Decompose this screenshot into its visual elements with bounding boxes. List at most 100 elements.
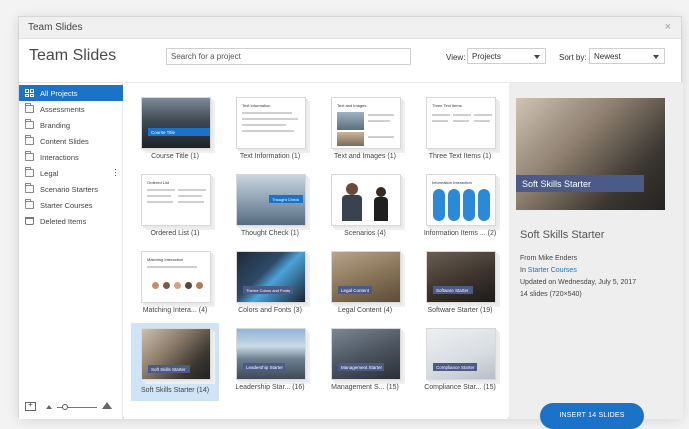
sidebar-item-label: Assessments bbox=[40, 105, 85, 114]
close-icon[interactable]: × bbox=[665, 21, 671, 33]
project-tile-text-and-images[interactable]: Text and Images Text and Images (1) bbox=[321, 95, 409, 171]
sidebar-item-scenario-starters[interactable]: Scenario Starters bbox=[19, 181, 123, 197]
sidebar-item-label: Content Slides bbox=[40, 137, 89, 146]
sidebar-item-branding[interactable]: Branding bbox=[19, 117, 123, 133]
sidebar-item-all-projects[interactable]: All Projects bbox=[19, 85, 123, 101]
project-tile-course-title[interactable]: Course Title Course Title (1) bbox=[131, 95, 219, 171]
preview-image: Soft Skills Starter bbox=[516, 98, 665, 210]
thumbnail-band: Course Title bbox=[148, 128, 210, 136]
tile-label: Text Information (1) bbox=[239, 153, 301, 160]
thumbnail-heading: Information Interaction bbox=[432, 180, 472, 185]
tile-label: Legal Content (4) bbox=[337, 307, 393, 314]
folder-icon bbox=[25, 119, 34, 129]
zoom-out-icon[interactable] bbox=[46, 405, 52, 409]
thumbnail-band: Compliance Starter bbox=[433, 363, 477, 371]
insert-slides-button[interactable]: INSERT 14 SLIDES bbox=[540, 403, 644, 429]
project-thumbnail: Compliance Starter bbox=[426, 328, 496, 380]
project-tile-ordered-list[interactable]: Ordered List Ordered List (1) bbox=[131, 172, 219, 248]
thumbnail-band: Thought Check bbox=[269, 195, 303, 203]
project-tile-soft-skills-starter[interactable]: Soft Skills Starter Soft Skills Starter … bbox=[131, 323, 219, 401]
sidebar-item-label: Branding bbox=[40, 121, 71, 130]
sidebar-item-interactions[interactable]: Interactions bbox=[19, 149, 123, 165]
tile-label: Thought Check (1) bbox=[241, 230, 299, 237]
project-tile-scenarios[interactable]: Scenarios (4) bbox=[321, 172, 409, 248]
project-thumbnail: Matching Interaction bbox=[141, 251, 211, 303]
project-tile-three-text-items[interactable]: Three Text Items Three Text Items (1) bbox=[416, 95, 504, 171]
project-gallery: Course Title Course Title (1) Text Infor… bbox=[124, 82, 508, 419]
project-thumbnail: Three Text Items bbox=[426, 97, 496, 149]
page-title: Team Slides bbox=[29, 47, 117, 64]
folder-icon bbox=[25, 135, 34, 145]
tile-label: Management S... (15) bbox=[331, 384, 399, 391]
preview-panel: Soft Skills Starter Soft Skills Starter … bbox=[509, 82, 683, 429]
view-select-value: Projects bbox=[472, 52, 501, 61]
tile-label: Colors and Fonts (3) bbox=[238, 307, 302, 314]
thumbnail-band: Soft Skills Starter bbox=[148, 365, 190, 373]
tile-label: Course Title (1) bbox=[151, 153, 199, 160]
sidebar-item-assessments[interactable]: Assessments bbox=[19, 101, 123, 117]
project-thumbnail bbox=[331, 174, 401, 226]
tile-label: Ordered List (1) bbox=[150, 230, 200, 237]
sidebar-footer bbox=[19, 388, 123, 419]
grid-icon bbox=[25, 89, 34, 97]
project-thumbnail: Information Interaction bbox=[426, 174, 496, 226]
view-select[interactable]: Projects bbox=[467, 48, 546, 64]
sidebar-item-label: Interactions bbox=[40, 153, 79, 162]
sidebar: All Projects Assessments Branding Conten… bbox=[19, 82, 123, 388]
project-tile-matching-interaction[interactable]: Matching Interaction Matching Intera... … bbox=[131, 249, 219, 325]
project-thumbnail: Management Starter bbox=[331, 328, 401, 380]
folder-icon bbox=[25, 151, 34, 161]
tile-label: Matching Intera... (4) bbox=[142, 307, 208, 314]
tile-label: Compliance Star... (15) bbox=[424, 384, 496, 391]
sidebar-item-label: Scenario Starters bbox=[40, 185, 98, 194]
search-input[interactable] bbox=[166, 48, 411, 65]
thumbnail-band: Theme Colors and Fonts bbox=[243, 286, 293, 294]
project-tile-thought-check[interactable]: Thought Check Thought Check (1) bbox=[226, 172, 314, 248]
add-folder-icon[interactable] bbox=[25, 400, 36, 411]
project-tile-legal-content[interactable]: Legal Content Legal Content (4) bbox=[321, 249, 409, 325]
window-title: Team Slides bbox=[28, 22, 83, 33]
sidebar-item-label: Deleted Items bbox=[40, 217, 87, 226]
thumbnail-heading: Text and Images bbox=[337, 103, 367, 108]
preview-slide-count: 14 slides (720×540) bbox=[520, 291, 582, 298]
preview-band: Soft Skills Starter bbox=[516, 175, 644, 192]
sidebar-item-content-slides[interactable]: Content Slides bbox=[19, 133, 123, 149]
sidebar-item-deleted-items[interactable]: Deleted Items bbox=[19, 213, 123, 229]
preview-author: From Mike Enders bbox=[520, 255, 578, 262]
project-thumbnail: Text and Images bbox=[331, 97, 401, 149]
project-thumbnail: Theme Colors and Fonts bbox=[236, 251, 306, 303]
sidebar-item-starter-courses[interactable]: Starter Courses bbox=[19, 197, 123, 213]
zoom-in-icon[interactable] bbox=[102, 402, 112, 409]
thumbnail-heading: Text Information bbox=[242, 103, 271, 108]
chevron-down-icon bbox=[653, 55, 659, 59]
tile-label: Information Items ... (2) bbox=[423, 230, 497, 237]
project-thumbnail: Course Title bbox=[141, 97, 211, 149]
project-tile-compliance-starter[interactable]: Compliance Starter Compliance Star... (1… bbox=[416, 326, 504, 402]
project-tile-information-items[interactable]: Information Interaction Information Item… bbox=[416, 172, 504, 248]
tile-label: Software Starter (19) bbox=[427, 307, 493, 314]
project-tile-software-starter[interactable]: Software Starter Software Starter (19) bbox=[416, 249, 504, 325]
sidebar-item-legal[interactable]: Legal · · · bbox=[19, 165, 123, 181]
project-tile-colors-and-fonts[interactable]: Theme Colors and Fonts Colors and Fonts … bbox=[226, 249, 314, 325]
zoom-slider-handle[interactable] bbox=[62, 404, 68, 410]
project-thumbnail: Soft Skills Starter bbox=[141, 328, 211, 380]
project-tile-leadership-starter[interactable]: Leadership Starter Leadership Star... (1… bbox=[226, 326, 314, 402]
thumbnail-heading: Ordered List bbox=[147, 180, 170, 185]
sidebar-item-label: All Projects bbox=[40, 89, 78, 98]
folder-icon bbox=[25, 183, 34, 193]
tile-label: Three Text Items (1) bbox=[428, 153, 492, 160]
preview-updated: Updated on Wednesday, July 5, 2017 bbox=[520, 279, 637, 286]
more-options-icon[interactable]: · · · bbox=[114, 165, 117, 180]
folder-icon bbox=[25, 103, 34, 113]
sort-select-value: Newest bbox=[594, 52, 621, 61]
folder-icon bbox=[25, 167, 34, 177]
starter-courses-link[interactable]: Starter Courses bbox=[528, 267, 577, 274]
sort-select[interactable]: Newest bbox=[589, 48, 665, 64]
project-thumbnail: Legal Content bbox=[331, 251, 401, 303]
project-thumbnail: Text Information bbox=[236, 97, 306, 149]
sidebar-item-label: Legal bbox=[40, 169, 59, 178]
trash-icon bbox=[25, 217, 34, 225]
thumbnail-heading: Three Text Items bbox=[432, 103, 462, 108]
project-tile-text-information[interactable]: Text Information Text Information (1) bbox=[226, 95, 314, 171]
project-tile-management-starter[interactable]: Management Starter Management S... (15) bbox=[321, 326, 409, 402]
